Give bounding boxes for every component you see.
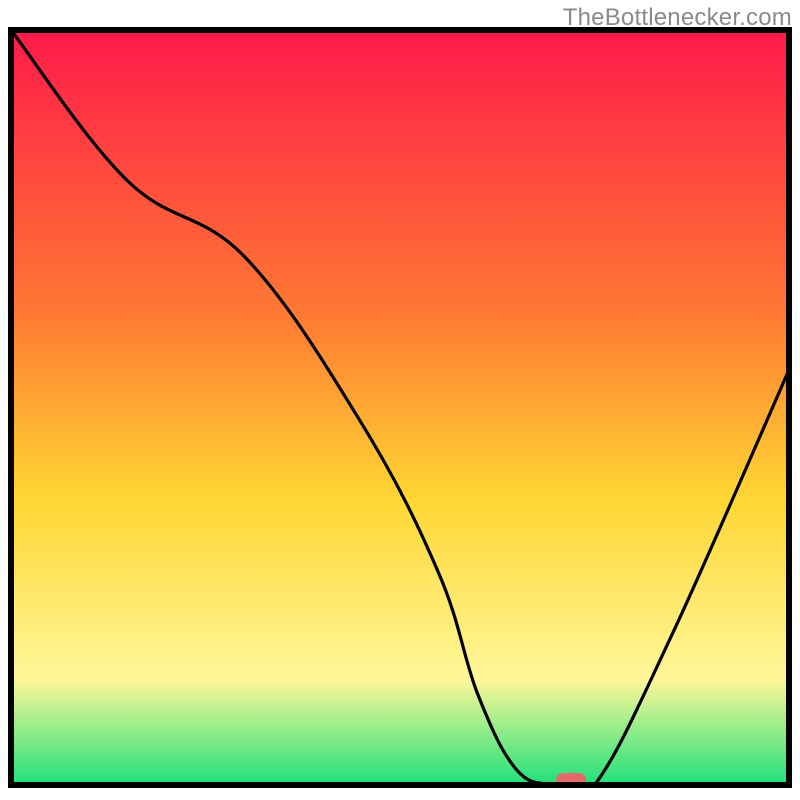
attribution-text: TheBottlenecker.com <box>563 4 792 32</box>
gradient-background <box>11 30 789 785</box>
chart-svg <box>0 0 800 800</box>
chart-canvas: TheBottlenecker.com <box>0 0 800 800</box>
